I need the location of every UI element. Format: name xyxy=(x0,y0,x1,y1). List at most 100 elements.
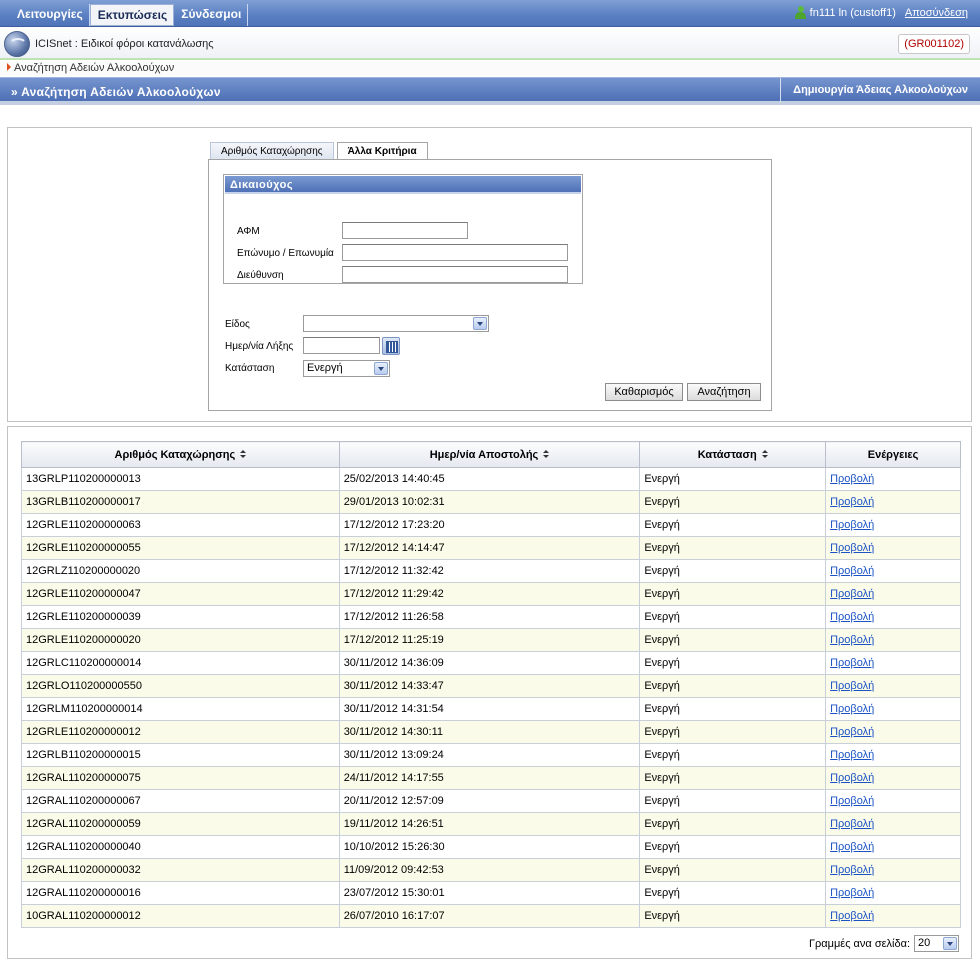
registration-number-cell: 12GRAL110200000016 xyxy=(21,881,340,905)
view-link[interactable]: Προβολή xyxy=(830,542,874,554)
view-link[interactable]: Προβολή xyxy=(830,749,874,761)
actions-cell: Προβολή xyxy=(825,743,961,767)
results-panel: Αριθμός Καταχώρησης Ημερ/νία Αποστολής Κ… xyxy=(7,426,972,959)
main-menu: Λειτουργίες Εκτυπώσεις Σύνδεσμοι xyxy=(10,4,249,26)
name-input[interactable] xyxy=(342,244,568,261)
view-link[interactable]: Προβολή xyxy=(830,565,874,577)
breadcrumb-arrow-icon xyxy=(7,63,11,71)
status-cell: Ενεργή xyxy=(639,582,827,606)
address-label: Διεύθυνση xyxy=(237,270,284,281)
results-table: Αριθμός Καταχώρησης Ημερ/νία Αποστολής Κ… xyxy=(21,441,961,928)
rows-per-page-select[interactable]: 20 xyxy=(914,935,959,952)
sent-date-cell: 23/07/2012 15:30:01 xyxy=(338,881,641,905)
sent-date-cell: 26/07/2010 16:17:07 xyxy=(338,904,641,928)
type-select[interactable] xyxy=(303,315,489,332)
beneficiary-fieldset: Δικαιούχος ΑΦΜ Επώνυμο / Επωνυμία Διεύθυ… xyxy=(223,174,583,284)
status-cell: Ενεργή xyxy=(639,812,827,836)
menu-item-links[interactable]: Σύνδεσμοι xyxy=(174,4,249,26)
actions-cell: Προβολή xyxy=(825,651,961,675)
top-menu-bar: Λειτουργίες Εκτυπώσεις Σύνδεσμοι fn111 l… xyxy=(0,0,980,27)
tab-registration-number[interactable]: Αριθμός Καταχώρησης xyxy=(210,142,334,160)
status-cell: Ενεργή xyxy=(639,490,827,514)
view-link[interactable]: Προβολή xyxy=(830,611,874,623)
view-link[interactable]: Προβολή xyxy=(830,795,874,807)
view-link[interactable]: Προβολή xyxy=(830,680,874,692)
actions-cell: Προβολή xyxy=(825,697,961,721)
table-row: 12GRLE110200000047 17/12/2012 11:29:42 Ενε… xyxy=(21,582,961,606)
expiry-date-input[interactable] xyxy=(303,337,380,354)
search-button[interactable]: Αναζήτηση xyxy=(687,383,761,401)
status-cell: Ενεργή xyxy=(639,651,827,675)
status-cell: Ενεργή xyxy=(639,628,827,652)
view-link[interactable]: Προβολή xyxy=(830,703,874,715)
table-row: 12GRLC110200000014 30/11/2012 14:36:09 Ενε… xyxy=(21,651,961,675)
status-cell: Ενεργή xyxy=(639,559,827,583)
address-input[interactable] xyxy=(342,266,568,283)
status-cell: Ενεργή xyxy=(639,605,827,629)
status-cell: Ενεργή xyxy=(639,881,827,905)
table-row: 12GRAL110200000032 11/09/2012 09:42:53 Ενε… xyxy=(21,858,961,882)
view-link[interactable]: Προβολή xyxy=(830,496,874,508)
clear-button[interactable]: Καθαρισμός xyxy=(605,383,683,401)
afm-input[interactable] xyxy=(342,222,468,239)
registration-number-cell: 12GRAL110200000032 xyxy=(21,858,340,882)
sent-date-cell: 11/09/2012 09:42:53 xyxy=(338,858,641,882)
registration-number-cell: 12GRAL110200000059 xyxy=(21,812,340,836)
view-link[interactable]: Προβολή xyxy=(830,818,874,830)
sent-date-cell: 20/11/2012 12:57:09 xyxy=(338,789,641,813)
actions-cell: Προβολή xyxy=(825,513,961,537)
menu-item-prints[interactable]: Εκτυπώσεις xyxy=(89,4,175,26)
view-link[interactable]: Προβολή xyxy=(830,634,874,646)
column-header-sent-date[interactable]: Ημερ/νία Αποστολής xyxy=(338,441,641,468)
actions-cell: Προβολή xyxy=(825,720,961,744)
table-row: 12GRLZ110200000020 17/12/2012 11:32:42 Ενε… xyxy=(21,559,961,583)
view-link[interactable]: Προβολή xyxy=(830,726,874,738)
table-row: 12GRAL110200000059 19/11/2012 14:26:51 Ενε… xyxy=(21,812,961,836)
actions-cell: Προβολή xyxy=(825,835,961,859)
registration-number-cell: 12GRLE110200000055 xyxy=(21,536,340,560)
column-header-label: Ημερ/νία Αποστολής xyxy=(429,448,539,461)
app-title: ICISnet : Ειδικοί φόροι κατανάλωσης xyxy=(35,38,214,50)
menu-item-operations[interactable]: Λειτουργίες xyxy=(10,4,90,26)
logout-link[interactable]: Αποσύνδεση xyxy=(905,7,968,19)
breadcrumb: Αναζήτηση Αδειών Αλκοολούχων xyxy=(0,62,980,76)
view-link[interactable]: Προβολή xyxy=(830,519,874,531)
sent-date-cell: 17/12/2012 11:25:19 xyxy=(338,628,641,652)
sent-date-cell: 30/11/2012 14:31:54 xyxy=(338,697,641,721)
sent-date-cell: 17/12/2012 14:14:47 xyxy=(338,536,641,560)
table-row: 12GRLO110200000550 30/11/2012 14:33:47 Ενε… xyxy=(21,674,961,698)
status-cell: Ενεργή xyxy=(639,674,827,698)
status-cell: Ενεργή xyxy=(639,789,827,813)
column-header-status[interactable]: Κατάσταση xyxy=(639,441,827,468)
view-link[interactable]: Προβολή xyxy=(830,887,874,899)
page-title: » Αναζήτηση Αδειών Αλκοολούχων xyxy=(11,85,221,99)
sent-date-cell: 17/12/2012 11:26:58 xyxy=(338,605,641,629)
create-license-button[interactable]: Δημιουργία Άδειας Αλκοολούχων xyxy=(780,78,980,102)
view-link[interactable]: Προβολή xyxy=(830,864,874,876)
view-link[interactable]: Προβολή xyxy=(830,910,874,922)
chevron-down-icon xyxy=(473,317,487,330)
column-header-registration-number[interactable]: Αριθμός Καταχώρησης xyxy=(21,441,340,468)
registration-number-cell: 12GRLE110200000039 xyxy=(21,605,340,629)
actions-cell: Προβολή xyxy=(825,536,961,560)
calendar-icon[interactable] xyxy=(382,337,400,355)
view-link[interactable]: Προβολή xyxy=(830,841,874,853)
actions-cell: Προβολή xyxy=(825,582,961,606)
sent-date-cell: 30/11/2012 14:33:47 xyxy=(338,674,641,698)
view-link[interactable]: Προβολή xyxy=(830,772,874,784)
registration-number-cell: 12GRAL110200000075 xyxy=(21,766,340,790)
globe-logo-icon xyxy=(4,31,30,57)
type-label: Είδος xyxy=(225,319,250,330)
breadcrumb-item[interactable]: Αναζήτηση Αδειών Αλκοολούχων xyxy=(14,62,174,74)
view-link[interactable]: Προβολή xyxy=(830,657,874,669)
sort-icon xyxy=(543,449,550,459)
view-link[interactable]: Προβολή xyxy=(830,473,874,485)
view-link[interactable]: Προβολή xyxy=(830,588,874,600)
sort-icon xyxy=(240,449,247,459)
actions-cell: Προβολή xyxy=(825,674,961,698)
rows-per-page-label: Γραμμές ανα σελίδα: xyxy=(808,937,910,950)
status-select[interactable]: Ενεργή xyxy=(303,360,390,377)
column-header-actions: Ενέργειες xyxy=(825,441,961,468)
status-cell: Ενεργή xyxy=(639,697,827,721)
search-panel: Αριθμός Καταχώρησης Άλλα Κριτήρια Δικαιο… xyxy=(7,127,972,422)
